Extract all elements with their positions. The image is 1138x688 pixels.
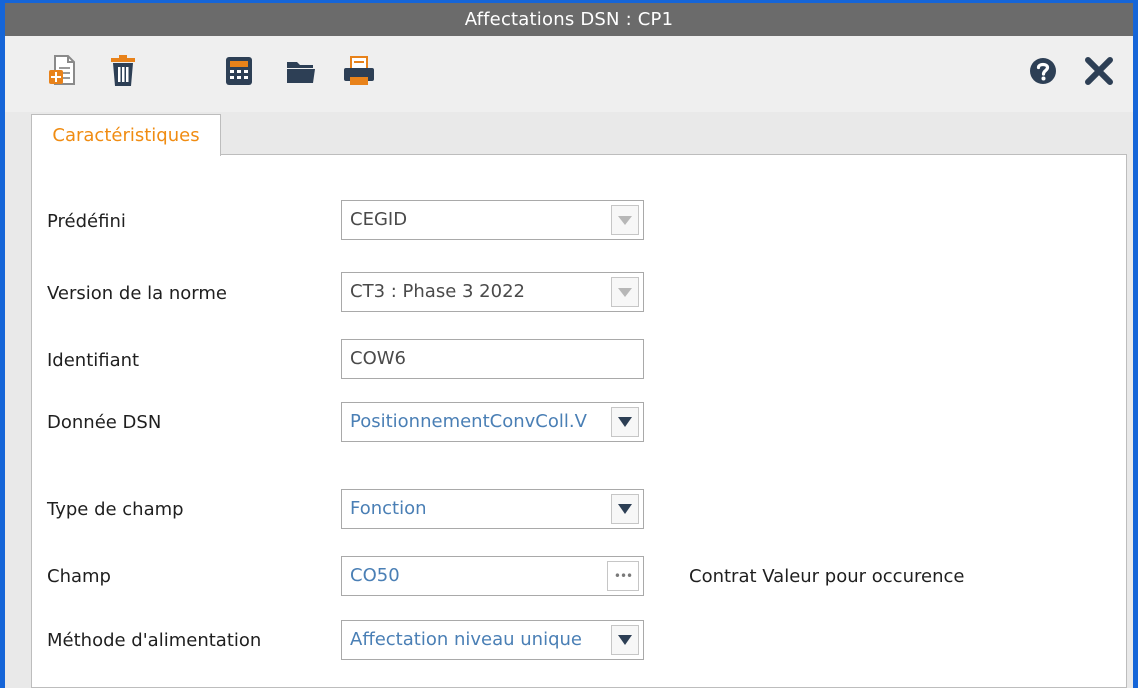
trash-icon[interactable] <box>103 52 143 90</box>
type-champ-label: Type de champ <box>47 499 184 520</box>
predefini-select[interactable]: CEGID <box>341 200 644 240</box>
printer-icon[interactable] <box>339 52 379 90</box>
chevron-down-icon <box>618 287 632 297</box>
donnee-dsn-dropdown-button[interactable] <box>611 407 639 437</box>
close-icon[interactable] <box>1079 52 1119 90</box>
donnee-dsn-value: PositionnementConvColl.V <box>350 411 587 432</box>
champ-description: Contrat Valeur pour occurence <box>689 566 965 587</box>
methode-dropdown-button[interactable] <box>611 625 639 655</box>
title-bar: Affectations DSN : CP1 <box>5 0 1133 36</box>
type-champ-dropdown-button[interactable] <box>611 494 639 524</box>
identifiant-input[interactable]: COW6 <box>341 339 644 379</box>
dialog-window: Affectations DSN : CP1 Caractéristiques … <box>0 0 1138 688</box>
champ-browse-button[interactable]: ••• <box>607 561 639 591</box>
predefini-label: Prédéfini <box>47 211 126 232</box>
identifiant-label: Identifiant <box>47 350 140 371</box>
champ-value: CO50 <box>350 565 400 586</box>
version-dropdown-button[interactable] <box>611 277 639 307</box>
folder-icon[interactable] <box>281 52 321 90</box>
identifiant-value: COW6 <box>350 348 406 369</box>
tab-caracteristiques[interactable]: Caractéristiques <box>31 114 221 156</box>
type-champ-select[interactable]: Fonction <box>341 489 644 529</box>
version-value: CT3 : Phase 3 2022 <box>350 281 525 302</box>
predefini-value: CEGID <box>350 209 408 230</box>
new-document-icon[interactable] <box>43 52 83 90</box>
donnee-dsn-label: Donnée DSN <box>47 412 162 433</box>
tab-label: Caractéristiques <box>52 125 200 146</box>
champ-input[interactable]: CO50 ••• <box>341 556 644 596</box>
version-label: Version de la norme <box>47 283 227 304</box>
chevron-down-icon <box>618 215 632 225</box>
help-icon[interactable] <box>1023 52 1063 90</box>
window-title: Affectations DSN : CP1 <box>464 9 674 30</box>
calculator-icon[interactable] <box>219 52 259 90</box>
methode-label: Méthode d'alimentation <box>47 630 262 651</box>
donnee-dsn-select[interactable]: PositionnementConvColl.V <box>341 402 644 442</box>
champ-label: Champ <box>47 566 111 587</box>
methode-select[interactable]: Affectation niveau unique <box>341 620 644 660</box>
chevron-down-icon <box>618 504 632 514</box>
chevron-down-icon <box>618 417 632 427</box>
version-select[interactable]: CT3 : Phase 3 2022 <box>341 272 644 312</box>
toolbar <box>5 36 1133 112</box>
predefini-dropdown-button[interactable] <box>611 205 639 235</box>
chevron-down-icon <box>618 635 632 645</box>
type-champ-value: Fonction <box>350 498 427 519</box>
methode-value: Affectation niveau unique <box>350 629 582 650</box>
